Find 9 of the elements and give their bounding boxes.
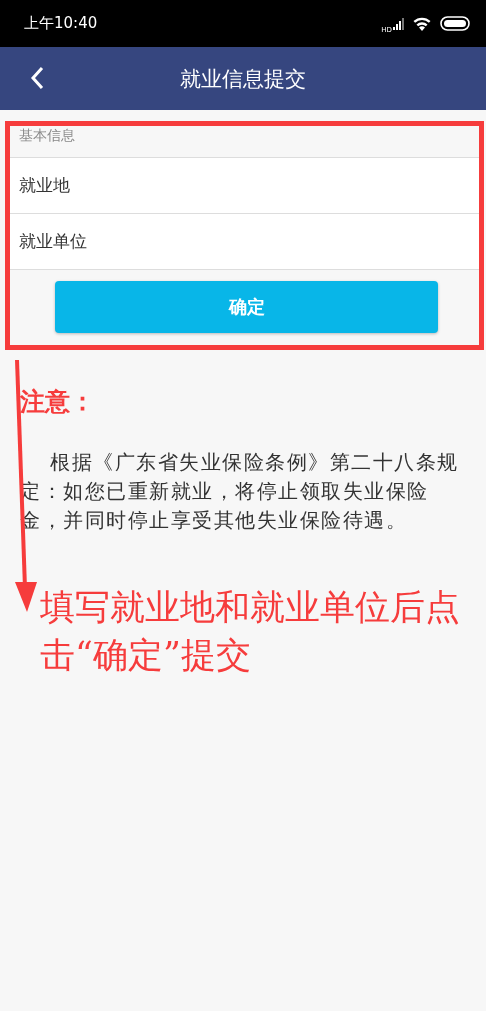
notice-heading: 注意： — [19, 386, 96, 418]
form-field[interactable]: 就业地 — [10, 158, 479, 214]
form-field[interactable]: 就业单位 — [10, 214, 479, 270]
page-title: 就业信息提交 — [180, 65, 306, 93]
signal-icon — [392, 17, 404, 30]
wifi-icon — [412, 16, 432, 31]
status-time: 上午10:40 — [24, 14, 98, 33]
callout-text: 填写就业地和就业单位后点击“确定”提交 — [40, 586, 461, 677]
battery-icon — [440, 16, 470, 31]
